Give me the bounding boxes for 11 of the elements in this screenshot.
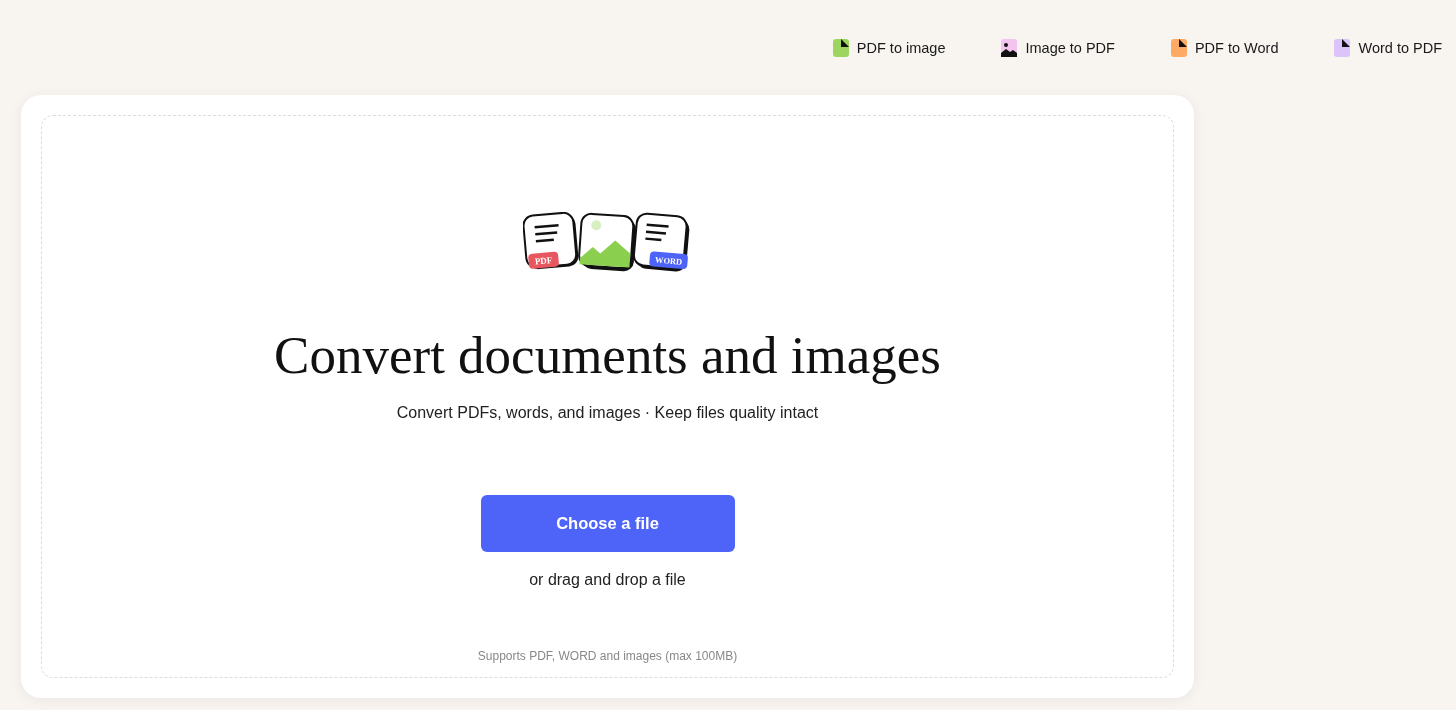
nav-link[interactable]: PDF to image bbox=[832, 32, 946, 64]
word-badge-text: WORD bbox=[654, 254, 683, 267]
page-title: Convert documents and images bbox=[274, 326, 941, 385]
drop-hint: or drag and drop a file bbox=[529, 571, 686, 590]
nav-link[interactable]: Image to PDF bbox=[1001, 32, 1115, 64]
choose-file-button[interactable]: Choose a file bbox=[480, 495, 735, 553]
subtitle: Convert PDFs, words, and images · Keep files quality intact bbox=[396, 404, 819, 423]
nav-link[interactable]: Word to PDF bbox=[1334, 32, 1442, 64]
nav-link[interactable]: PDF to Word bbox=[1170, 32, 1279, 64]
pdf-badge-text: PDF bbox=[533, 254, 553, 267]
supports-note: Supports PDF, WORD and images (max 100MB) bbox=[477, 649, 738, 663]
